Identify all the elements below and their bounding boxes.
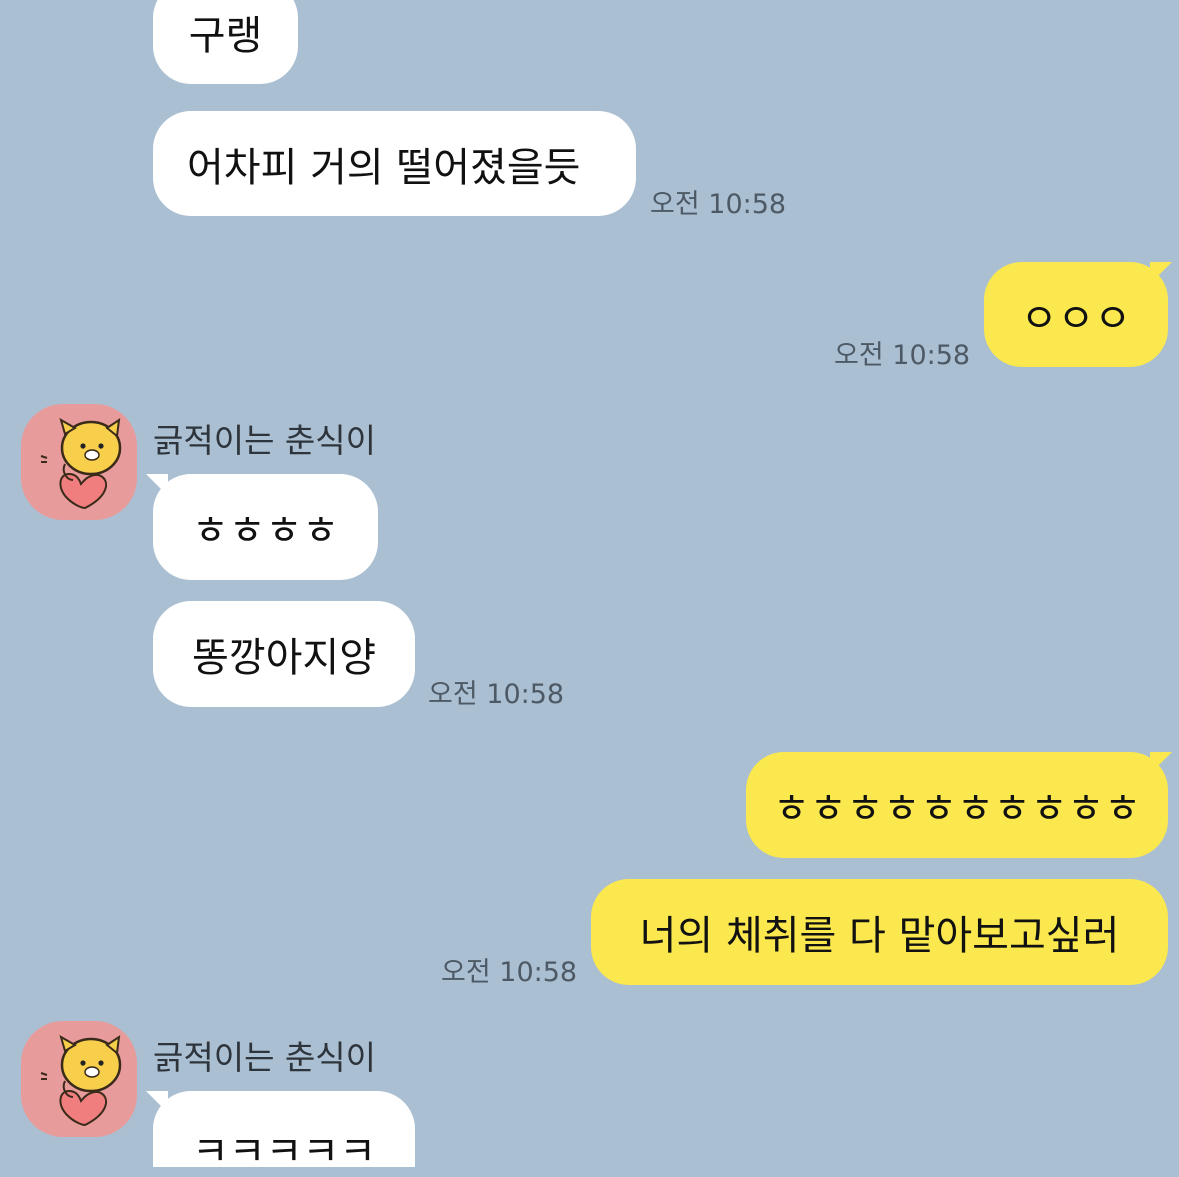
message-bubble-outgoing[interactable]: ㅇㅇㅇ [984, 262, 1168, 367]
message-timestamp: 오전 10:58 [441, 957, 578, 988]
bubble-tail [146, 1091, 168, 1113]
message-bubble-incoming[interactable]: ㅎㅎㅎㅎ [153, 474, 378, 580]
message-timestamp: 오전 10:58 [650, 189, 787, 220]
message-text: 구랭 [188, 13, 263, 59]
message-timestamp: 오전 10:58 [834, 340, 971, 371]
message-bubble-incoming[interactable]: 똥깡아지양 [153, 601, 415, 707]
chunsik-character-icon[interactable] [21, 1021, 137, 1137]
chunsik-character-icon [40, 1034, 122, 1127]
chunsik-character-icon[interactable] [21, 404, 137, 520]
message-bubble-outgoing[interactable]: ㅎㅎㅎㅎㅎㅎㅎㅎㅎㅎ [746, 752, 1168, 858]
chunsik-character-icon [40, 417, 122, 510]
sender-name[interactable]: 긁적이는 춘식이 [153, 1031, 376, 1079]
message-text: ㅇㅇㅇ [1020, 295, 1132, 342]
sender-name[interactable]: 긁적이는 춘식이 [153, 414, 376, 462]
bubble-tail [146, 474, 168, 496]
message-bubble-incoming[interactable]: 어차피 거의 떨어졌을듯 [153, 111, 636, 216]
message-text: 똥깡아지양 [192, 635, 376, 681]
message-text: 너의 체취를 다 맡아보고싶러 [639, 913, 1120, 959]
bubble-tail [1150, 262, 1172, 284]
message-bubble-incoming[interactable]: ㅋㅋㅋㅋㅋ [153, 1091, 415, 1175]
bubble-tail [1150, 752, 1172, 774]
message-text: ㅎㅎㅎㅎ [191, 508, 340, 554]
message-text: ㅋㅋㅋㅋㅋ [192, 1129, 376, 1175]
message-timestamp: 오전 10:58 [428, 679, 565, 710]
message-bubble-incoming[interactable]: 구랭 [153, 0, 298, 84]
message-bubble-outgoing[interactable]: 너의 체취를 다 맡아보고싶러 [591, 879, 1168, 985]
message-text: 어차피 거의 떨어졌을듯 [187, 144, 581, 191]
message-text: ㅎㅎㅎㅎㅎㅎㅎㅎㅎㅎ [773, 786, 1141, 832]
